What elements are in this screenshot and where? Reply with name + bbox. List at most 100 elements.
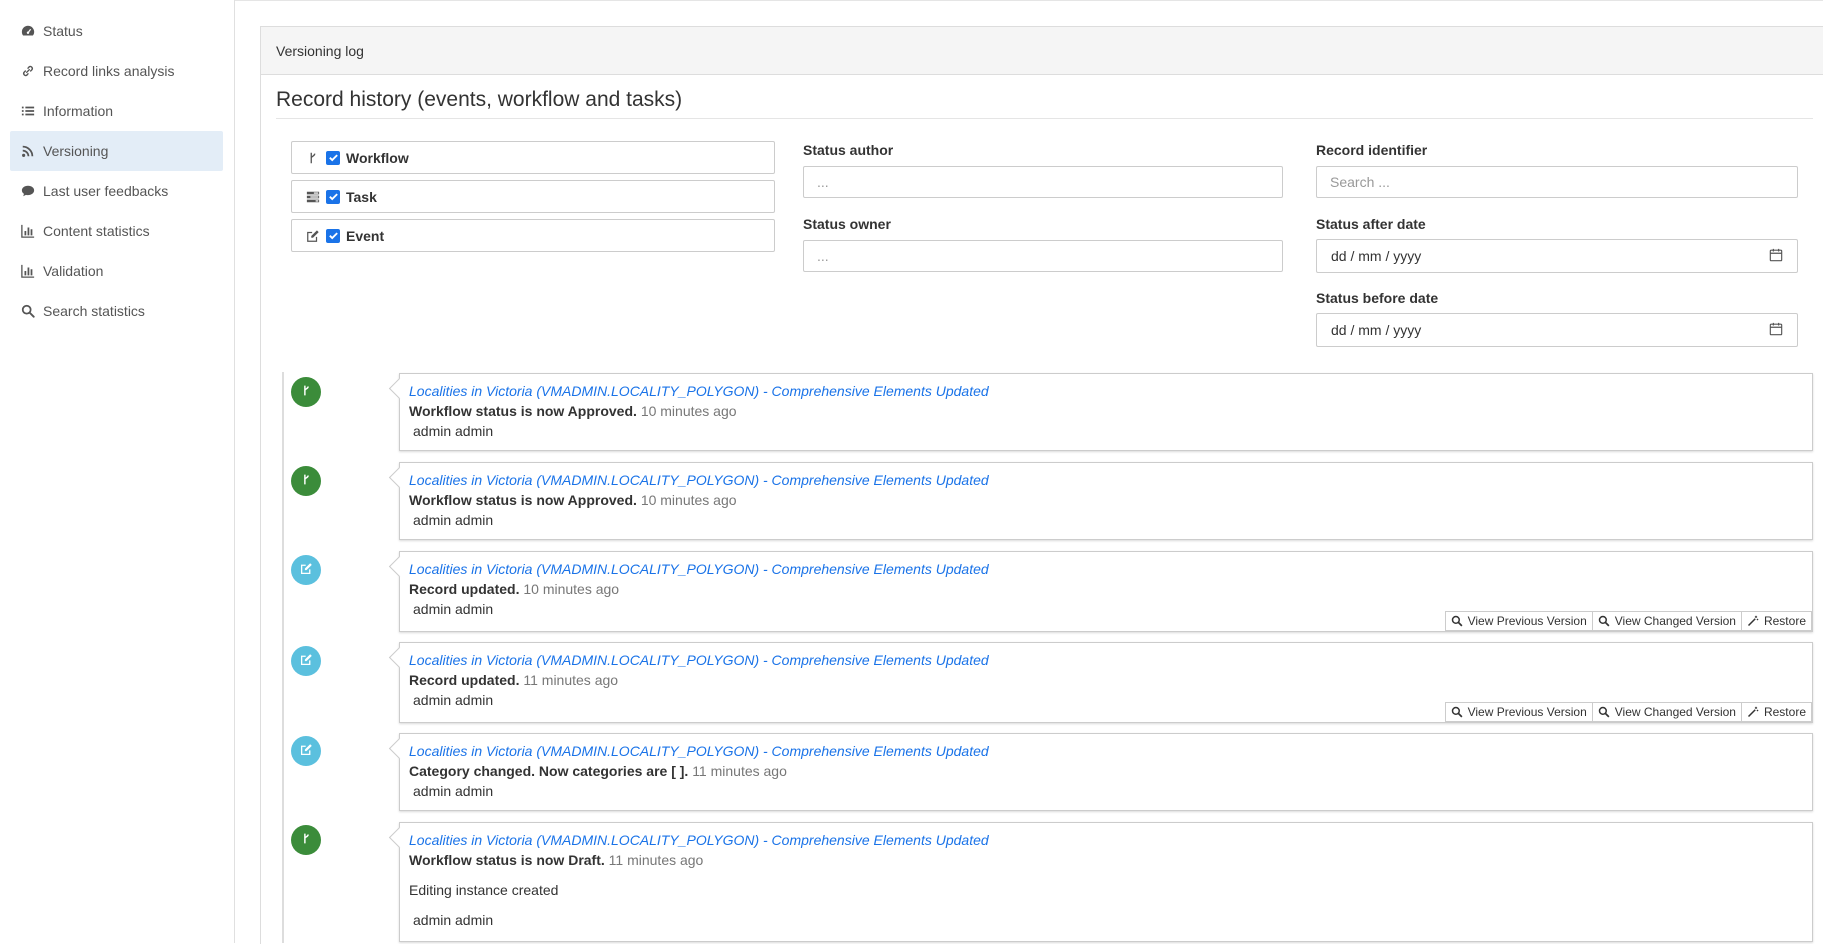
sidebar-item-status[interactable]: Status [10, 11, 223, 51]
calendar-icon[interactable] [1769, 248, 1783, 265]
record-title-link[interactable]: Localities in Victoria (VMADMIN.LOCALITY… [409, 561, 989, 577]
status-author-label: Status author [803, 142, 894, 158]
workflow-checkbox[interactable] [326, 150, 340, 165]
timeline-entry: Localities in Victoria (VMADMIN.LOCALITY… [388, 373, 1813, 451]
filter-workflow[interactable]: Workflow [291, 141, 775, 174]
calendar-icon[interactable] [1769, 322, 1783, 339]
code-fork-icon [300, 473, 313, 489]
sidebar-item-label: Status [43, 23, 83, 39]
code-fork-icon [300, 384, 313, 400]
edit-icon [300, 743, 313, 759]
status-before-date-input[interactable]: dd / mm / yyyy [1316, 313, 1798, 347]
entry-message: Record updated. [409, 581, 520, 597]
entry-user: admin admin [413, 783, 494, 799]
entry-message-line: Workflow status is now Approved. 10 minu… [409, 403, 737, 419]
button-label: Restore [1763, 705, 1806, 719]
timeline-entry: Localities in Victoria (VMADMIN.LOCALITY… [388, 822, 1813, 942]
magic-wand-icon [1747, 706, 1759, 718]
magic-wand-icon [1747, 615, 1759, 627]
entry-message: Record updated. [409, 672, 520, 688]
record-identifier-input[interactable] [1316, 166, 1798, 198]
entry-message-line: Category changed. Now categories are [ ]… [409, 763, 787, 779]
sidebar-item-last-user-feedbacks[interactable]: Last user feedbacks [10, 171, 223, 211]
view-changed-version-button[interactable]: View Changed Version [1591, 702, 1741, 722]
filter-label: Workflow [346, 149, 409, 166]
search-icon [21, 304, 35, 318]
page-title: Record history (events, workflow and tas… [276, 88, 683, 111]
workflow-badge [291, 377, 321, 407]
view-changed-version-button[interactable]: View Changed Version [1591, 611, 1741, 631]
entry-message: Workflow status is now Draft. [409, 852, 605, 868]
button-label: View Previous Version [1467, 614, 1587, 628]
view-previous-version-button[interactable]: View Previous Version [1444, 702, 1592, 722]
search-icon [1451, 706, 1463, 718]
entry-time: 11 minutes ago [523, 672, 619, 688]
filter-label: Task [346, 188, 377, 205]
record-title-link[interactable]: Localities in Victoria (VMADMIN.LOCALITY… [409, 652, 989, 668]
sidebar-item-versioning[interactable]: Versioning [10, 131, 223, 171]
sidebar-item-label: Record links analysis [43, 63, 175, 79]
task-checkbox[interactable] [326, 189, 340, 204]
sidebar-item-label: Last user feedbacks [43, 183, 169, 199]
record-identifier-label: Record identifier [1316, 142, 1428, 158]
edit-icon [306, 229, 320, 243]
sidebar-item-information[interactable]: Information [10, 91, 223, 131]
sidebar-item-search-statistics[interactable]: Search statistics [10, 291, 223, 331]
timeline-entry: Localities in Victoria (VMADMIN.LOCALITY… [388, 551, 1813, 632]
status-before-date-label: Status before date [1316, 290, 1439, 306]
code-fork-icon [300, 832, 313, 848]
view-previous-version-button[interactable]: View Previous Version [1444, 611, 1592, 631]
divider [276, 118, 1813, 119]
entry-time: 10 minutes ago [640, 492, 737, 508]
entry-actions: View Previous Version View Changed Versi… [1444, 611, 1812, 631]
event-badge [291, 736, 321, 766]
status-author-input[interactable] [803, 166, 1283, 198]
filter-event[interactable]: Event [291, 219, 775, 252]
link-icon [21, 64, 35, 78]
entry-actions: View Previous Version View Changed Versi… [1444, 702, 1812, 722]
sidebar-item-label: Validation [43, 263, 104, 279]
comment-icon [21, 184, 35, 198]
timeline-entry: Localities in Victoria (VMADMIN.LOCALITY… [388, 642, 1813, 723]
button-label: View Changed Version [1614, 705, 1736, 719]
entry-message: Workflow status is now Approved. [409, 492, 637, 508]
event-checkbox[interactable] [326, 228, 340, 243]
record-title-link[interactable]: Localities in Victoria (VMADMIN.LOCALITY… [409, 832, 989, 848]
sidebar-item-record-links-analysis[interactable]: Record links analysis [10, 51, 223, 91]
panel-heading: Versioning log [261, 27, 1823, 75]
search-icon [1598, 615, 1610, 627]
timeline-line [282, 372, 284, 943]
restore-button[interactable]: Restore [1740, 702, 1812, 722]
sidebar-item-label: Content statistics [43, 223, 150, 239]
workflow-badge [291, 466, 321, 496]
button-label: Restore [1763, 614, 1806, 628]
entry-message-line: Record updated. 11 minutes ago [409, 672, 618, 688]
status-after-date-input[interactable]: dd / mm / yyyy [1316, 239, 1798, 273]
sidebar-item-content-statistics[interactable]: Content statistics [10, 211, 223, 251]
status-owner-input[interactable] [803, 240, 1283, 272]
restore-button[interactable]: Restore [1740, 611, 1812, 631]
record-title-link[interactable]: Localities in Victoria (VMADMIN.LOCALITY… [409, 383, 989, 399]
edit-icon [300, 653, 313, 669]
code-fork-icon [306, 151, 320, 165]
entry-time: 11 minutes ago [692, 763, 787, 779]
event-badge [291, 646, 321, 676]
bar-chart-icon [21, 224, 35, 238]
entry-time: 10 minutes ago [640, 403, 737, 419]
sidebar-item-label: Versioning [43, 143, 109, 159]
filter-task[interactable]: Task [291, 180, 775, 213]
record-title-link[interactable]: Localities in Victoria (VMADMIN.LOCALITY… [409, 743, 989, 759]
date-placeholder: dd / mm / yyyy [1331, 248, 1422, 264]
entry-message-line: Workflow status is now Draft. 11 minutes… [409, 852, 703, 868]
entry-user: admin admin [413, 512, 494, 528]
record-title-link[interactable]: Localities in Victoria (VMADMIN.LOCALITY… [409, 472, 989, 488]
entry-message: Workflow status is now Approved. [409, 403, 637, 419]
entry-time: 10 minutes ago [523, 581, 620, 597]
timeline-entry: Localities in Victoria (VMADMIN.LOCALITY… [388, 462, 1813, 540]
status-owner-label: Status owner [803, 216, 891, 232]
bar-chart-icon [21, 264, 35, 278]
entry-message-line: Record updated. 10 minutes ago [409, 581, 619, 597]
sidebar-item-validation[interactable]: Validation [10, 251, 223, 291]
entry-message: Category changed. Now categories are [ ]… [409, 763, 689, 779]
status-after-date-label: Status after date [1316, 216, 1426, 232]
